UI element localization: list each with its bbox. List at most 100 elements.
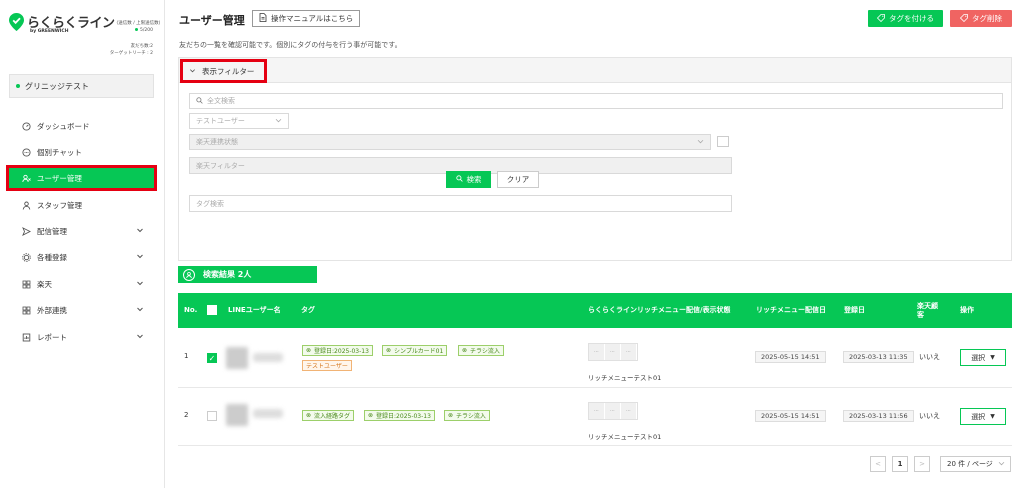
tag-remove-icon: ⊗ [386,347,392,354]
account-selector[interactable]: グリニッジテスト [9,74,154,98]
row-action-select[interactable]: 選択 ▼ [960,349,1006,366]
tag-icon [876,13,885,24]
row-checkbox[interactable]: ✓ [207,353,217,363]
tag-remove-icon: ⊗ [462,347,468,354]
tag-label: 登録日:2025-03-13 [376,413,431,420]
tag-search-input[interactable]: タグ検索 [189,195,732,212]
send-icon [21,226,31,236]
sidebar-item-integration[interactable]: 外部連携 [9,300,154,320]
rich-menu-name: リッチメニューテスト01 [588,374,662,382]
rich-menu-thumbnail[interactable]: ⋯ ⋯ ⋯ [588,343,638,361]
sidebar-item-dashboard[interactable]: ダッシュボード [9,116,154,136]
tag-chip[interactable]: ⊗ 流入経路タグ [302,410,355,421]
tag-search-placeholder: タグ検索 [196,199,224,208]
row-action-select[interactable]: 選択 ▼ [960,408,1006,425]
chevron-down-icon [137,307,143,312]
sidebar-item-label: レポート [37,332,67,342]
add-tag-label: タグを付ける [889,14,934,23]
sidebar-item-report[interactable]: レポート [9,327,154,347]
avatar [226,347,248,369]
users-icon [21,173,31,183]
brand-sub: (送信数 / 上限送信数) [116,20,161,26]
sidebar-item-registration[interactable]: 各種登録 [9,247,154,267]
row-checkbox[interactable] [207,411,217,421]
caret-down-icon: ▼ [990,413,995,420]
chevron-down-icon [137,281,143,286]
sidebar-item-label: 個別チャット [37,147,82,157]
account-name: グリニッジテスト [25,81,89,91]
tag-chip[interactable]: ⊗ シンプルカード01 [382,345,448,356]
clear-button[interactable]: クリア [497,171,539,188]
reach-info: 友だち数:2 ターゲットリーチ : 2 [110,43,153,57]
sidebar-item-rakuten[interactable]: 楽天 [9,274,154,294]
document-icon [259,13,267,24]
add-tag-button[interactable]: タグを付ける [868,10,943,27]
rakuten-customer: いいえ [919,412,940,420]
caret-down-icon: ▼ [990,354,995,361]
search-button[interactable]: 検索 [446,171,491,188]
chevron-down-icon [998,461,1005,468]
tag-label: チラシ流入 [456,413,486,420]
page-number-button[interactable]: 1 [892,456,908,472]
page-size-select[interactable]: 20 件 / ページ [940,456,1011,472]
store-icon [21,279,31,289]
remove-tag-button[interactable]: タグ削除 [950,10,1012,27]
table-row: 2 ⊗ 流入経路タグ ⊗ 登録日:2025-03-13 ⊗ チラシ流入 ⋯ ⋯ ⋯ リッチ… [178,388,1012,446]
tag-chip[interactable]: ⊗ 登録日:2025-03-13 [302,345,373,356]
col-action: 操作 [960,306,974,314]
results-count-label: 検索結果 2人 [203,270,252,279]
account-dot-icon [16,84,20,88]
sidebar-item-delivery[interactable]: 配信管理 [9,221,154,241]
tag-chip[interactable]: テストユーザー [302,360,352,371]
line-user-name[interactable] [253,353,283,362]
page-description: 友だちの一覧を確認可能です。個別にタグの付与を行う事が可能です。 [179,41,402,49]
main-content: ユーザー管理 操作マニュアルはこちら タグを付ける タグ削除 友だちの一覧を確認… [166,0,1024,488]
tag-chip[interactable]: ⊗ チラシ流入 [444,410,490,421]
page-title: ユーザー管理 [179,14,245,27]
select-all-checkbox[interactable] [207,305,217,315]
link-icon [21,305,31,315]
sidebar-item-label: 外部連携 [37,305,67,315]
filter-toggle[interactable]: 表示フィルター [180,59,267,83]
filter-header: 表示フィルター [179,58,1011,83]
chevron-down-icon [137,334,143,339]
chevron-down-icon [137,228,143,233]
manual-button[interactable]: 操作マニュアルはこちら [252,10,361,27]
sidebar-item-label: ダッシュボード [37,121,90,131]
tag-chip[interactable]: ⊗ 登録日:2025-03-13 [364,410,435,421]
sidebar-item-users[interactable]: ユーザー管理 [6,165,157,191]
col-tags: タグ [301,306,315,314]
chevron-down-icon [275,118,282,125]
gear-icon [21,252,31,262]
user-circle-icon [183,268,195,281]
person-icon [21,200,31,210]
send-count: 5/200 [135,28,153,33]
rakuten-link-select[interactable]: 楽天連携状態 [189,134,711,150]
target-reach: ターゲットリーチ : 2 [109,51,153,56]
rakuten-filter-placeholder: 楽天フィルター [196,161,245,170]
rich-menu-thumbnail[interactable]: ⋯ ⋯ ⋯ [588,402,638,420]
test-user-select[interactable]: テストユーザー [189,113,289,129]
filter-panel: 表示フィルター 全文検索 テストユーザー 楽天連携状態 楽天フィルター タグ検索 [178,57,1012,261]
manual-button-label: 操作マニュアルはこちら [271,14,354,23]
fulltext-search-input[interactable]: 全文検索 [189,93,1003,109]
tag-chip[interactable]: ⊗ チラシ流入 [458,345,504,356]
tag-remove-icon: ⊗ [306,412,312,419]
col-rakuten: 楽天顧客 [917,301,938,319]
rich-menu-name: リッチメニューテスト01 [588,433,662,441]
avatar [226,404,248,426]
sidebar-item-staff[interactable]: スタッフ管理 [9,195,154,215]
chevron-down-icon [137,254,143,259]
line-user-name[interactable] [253,409,283,418]
logo-pin-icon [9,12,24,31]
sidebar-item-label: 楽天 [37,279,52,289]
prev-page-button[interactable]: < [870,456,886,472]
next-page-button[interactable]: > [914,456,930,472]
report-icon [21,332,31,342]
sidebar-item-chat[interactable]: 個別チャット [9,142,154,162]
tag-label: テストユーザー [306,363,348,370]
tag-label: チラシ流入 [470,348,500,355]
rakuten-link-checkbox[interactable] [717,136,729,147]
chevron-down-icon [189,67,196,76]
col-no: No. [184,306,198,314]
